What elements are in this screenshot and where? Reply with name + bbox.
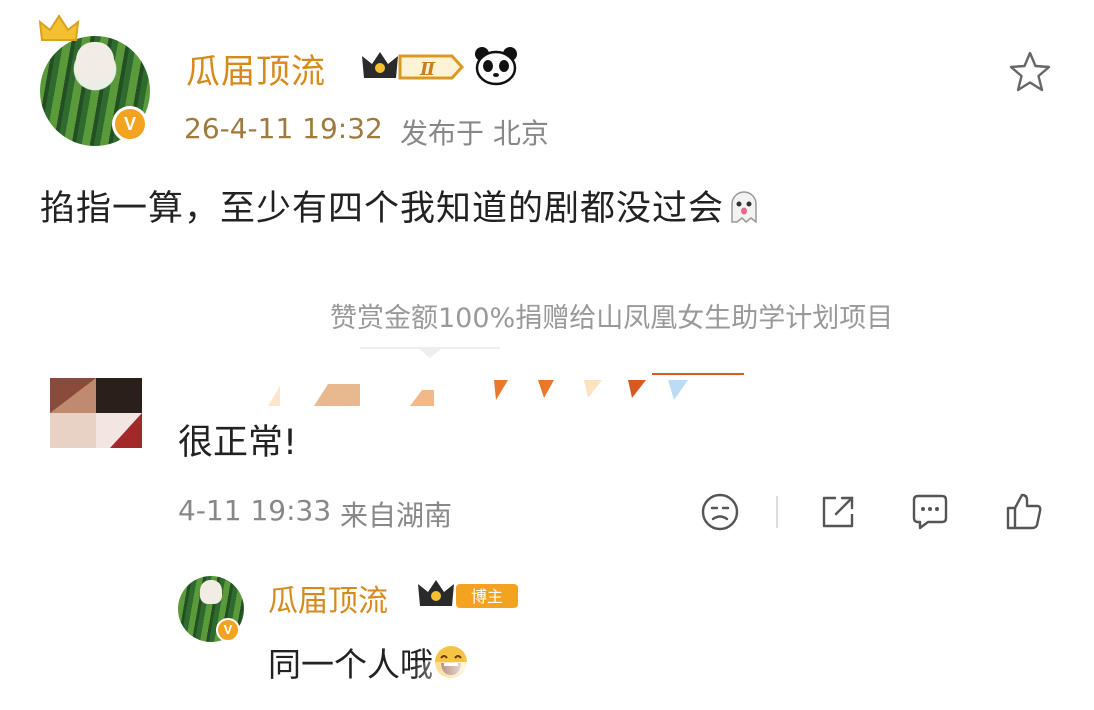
post-time: 26-4-11 19:32	[184, 112, 383, 145]
blogger-badge-label: 博主	[471, 587, 503, 606]
post-text: 掐指一算，至少有四个我知道的剧都没过会	[40, 189, 725, 229]
like-icon[interactable]	[1002, 490, 1046, 534]
reward-divider	[360, 347, 500, 358]
reply-author-name[interactable]: 瓜届顶流	[268, 576, 388, 620]
comment-text: 很正常!	[178, 423, 298, 463]
vip-level-text: Ⅱ	[419, 59, 436, 80]
comment-icon[interactable]	[908, 490, 952, 534]
post-location: 发布于 北京	[400, 117, 549, 150]
crown-icon	[38, 14, 80, 41]
favorite-star-icon[interactable]	[1006, 48, 1054, 96]
blogger-badge: 博主	[418, 580, 518, 608]
comment-location: 来自湖南	[340, 499, 453, 532]
commenter-avatar[interactable]	[50, 378, 142, 448]
panda-icon	[475, 47, 517, 86]
reply-verified-badge: V	[216, 618, 240, 642]
watermark-overlay	[410, 662, 680, 706]
post-content: 掐指一算，至少有四个我知道的剧都没过会	[40, 180, 764, 231]
action-divider	[776, 496, 778, 528]
vip-level-badge: Ⅱ	[362, 52, 464, 80]
reward-notice[interactable]: 赞赏金额100%捐赠给山凤凰女生助学计划项目	[330, 296, 893, 335]
verified-badge: V	[112, 106, 148, 142]
commenter-name-pixelated[interactable]	[268, 370, 748, 406]
dislike-icon[interactable]	[698, 490, 742, 534]
comment-time: 4-11 19:33	[178, 494, 332, 527]
share-icon[interactable]	[816, 490, 860, 534]
author-name[interactable]: 瓜届顶流	[186, 44, 326, 93]
ghost-emoji-icon	[731, 191, 757, 224]
reply-text: 同一个人哦	[268, 645, 433, 684]
